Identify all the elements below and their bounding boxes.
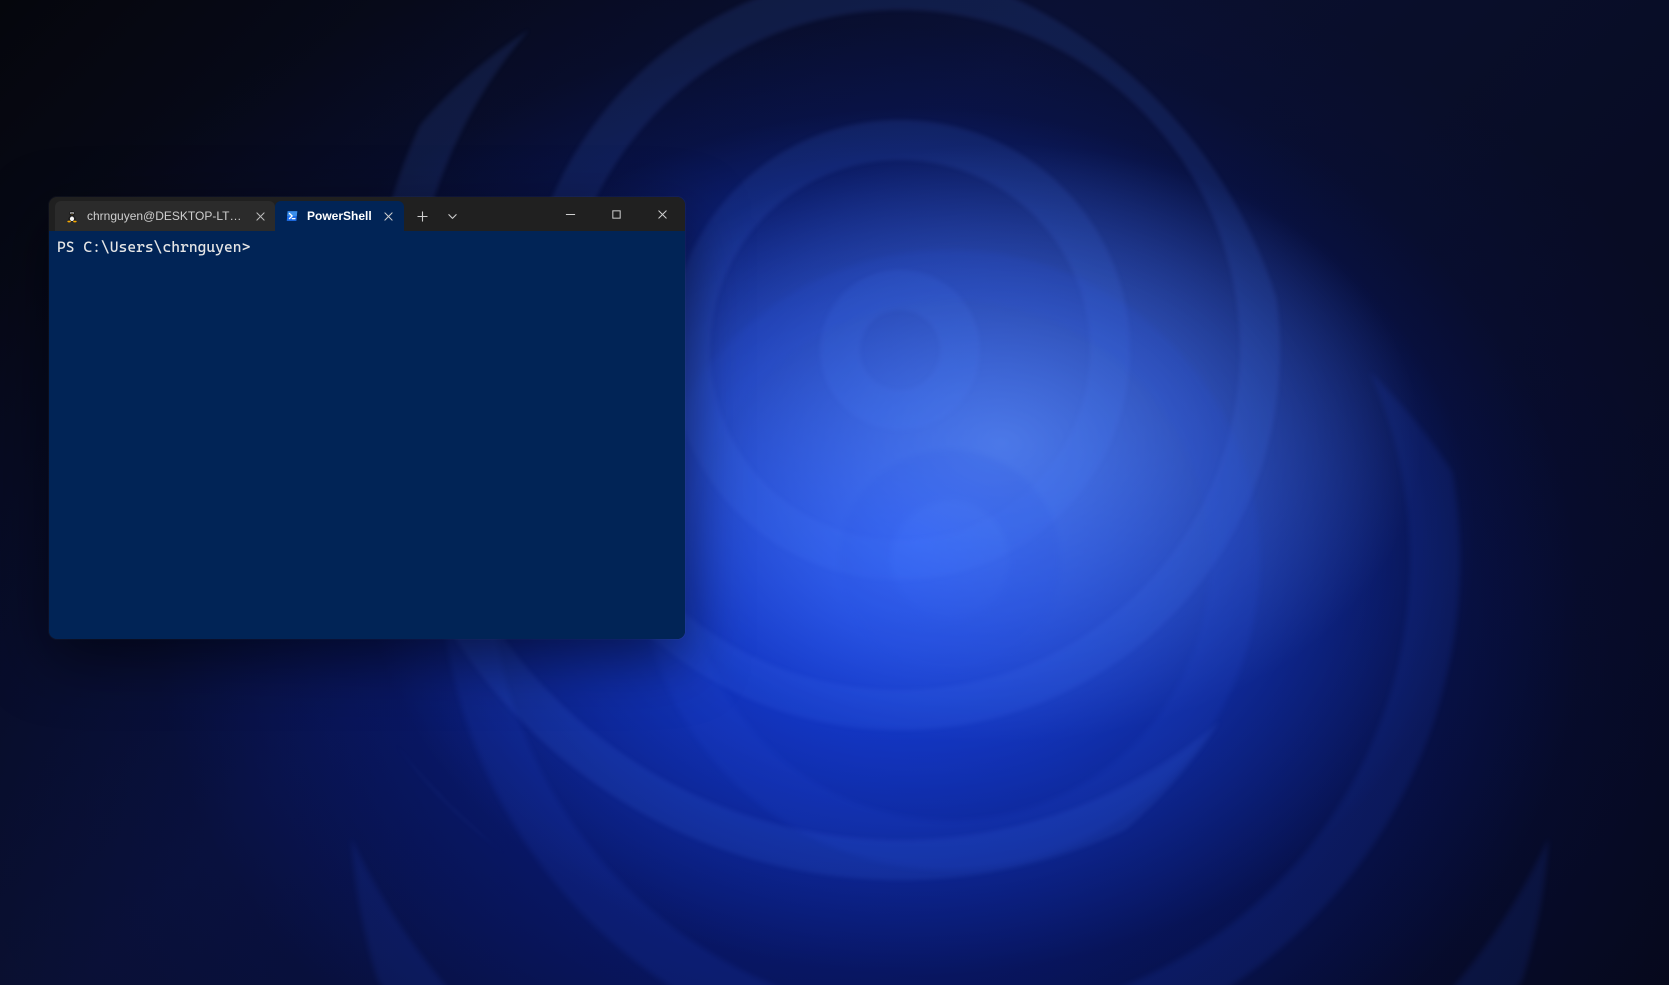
terminal-content[interactable]: PS C:\Users\chrnguyen> (49, 231, 685, 639)
close-window-button[interactable] (639, 197, 685, 231)
new-tab-button[interactable] (408, 201, 438, 231)
powershell-icon (285, 209, 299, 223)
tab-label: PowerShell (307, 209, 372, 223)
desktop-wallpaper: chrnguyen@DESKTOP-LT7NSCG: ~ (0, 0, 1669, 985)
tab-actions (404, 197, 468, 231)
window-controls (547, 197, 685, 231)
titlebar-drag-region[interactable] (468, 197, 547, 231)
maximize-button[interactable] (593, 197, 639, 231)
tab-close-button[interactable] (380, 207, 398, 225)
titlebar[interactable]: chrnguyen@DESKTOP-LT7NSCG: ~ (49, 197, 685, 231)
tab-powershell[interactable]: PowerShell (275, 201, 404, 231)
tab-dropdown-button[interactable] (438, 201, 468, 231)
tux-icon (65, 209, 79, 223)
tab-strip: chrnguyen@DESKTOP-LT7NSCG: ~ (49, 197, 404, 231)
tab-wsl[interactable]: chrnguyen@DESKTOP-LT7NSCG: ~ (55, 201, 275, 231)
tab-close-button[interactable] (251, 207, 269, 225)
prompt-text: PS C:\Users\chrnguyen> (57, 238, 250, 256)
windows-terminal-window: chrnguyen@DESKTOP-LT7NSCG: ~ (49, 197, 685, 639)
minimize-button[interactable] (547, 197, 593, 231)
tab-label: chrnguyen@DESKTOP-LT7NSCG: ~ (87, 209, 243, 223)
